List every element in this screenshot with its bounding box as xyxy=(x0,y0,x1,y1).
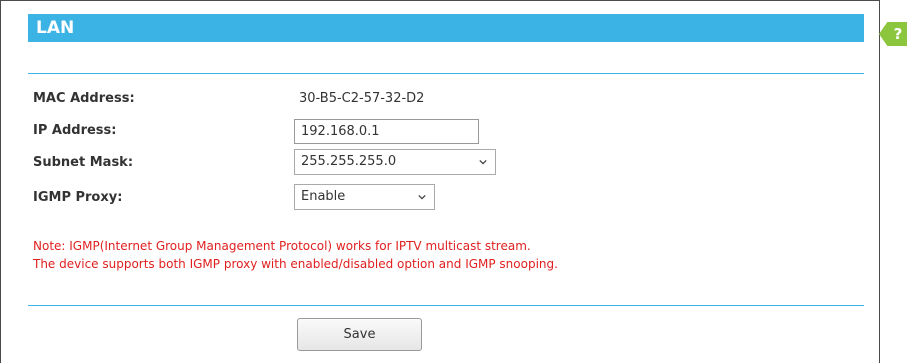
subnet-mask-select[interactable]: 255.255.255.0 xyxy=(294,149,496,175)
help-tab-icon[interactable]: ? xyxy=(879,22,907,46)
mac-address-value: 30-B5-C2-57-32-D2 xyxy=(299,91,425,106)
igmp-note-line-2: The device supports both IGMP proxy with… xyxy=(33,257,558,271)
chevron-down-icon xyxy=(418,194,426,200)
ip-address-label: IP Address: xyxy=(33,123,117,138)
top-divider xyxy=(28,73,864,74)
bottom-divider xyxy=(28,305,864,306)
ip-address-input-value: 192.168.0.1 xyxy=(301,124,380,139)
igmp-proxy-select[interactable]: Enable xyxy=(294,184,435,210)
subnet-mask-label: Subnet Mask: xyxy=(33,155,134,170)
mac-address-label: MAC Address: xyxy=(33,91,135,106)
igmp-note-line-1: Note: IGMP(Internet Group Management Pro… xyxy=(33,239,531,253)
igmp-proxy-selected: Enable xyxy=(301,189,346,204)
section-title: LAN xyxy=(36,18,75,38)
ip-address-input[interactable]: 192.168.0.1 xyxy=(294,119,479,144)
save-button[interactable]: Save xyxy=(297,318,422,351)
chevron-down-icon xyxy=(479,159,487,165)
content-frame xyxy=(0,0,880,363)
igmp-proxy-label: IGMP Proxy: xyxy=(33,190,123,205)
section-title-bar: LAN xyxy=(28,14,864,42)
subnet-mask-selected: 255.255.255.0 xyxy=(301,154,397,169)
help-tab-label: ? xyxy=(893,25,903,43)
igmp-note: Note: IGMP(Internet Group Management Pro… xyxy=(33,237,558,273)
